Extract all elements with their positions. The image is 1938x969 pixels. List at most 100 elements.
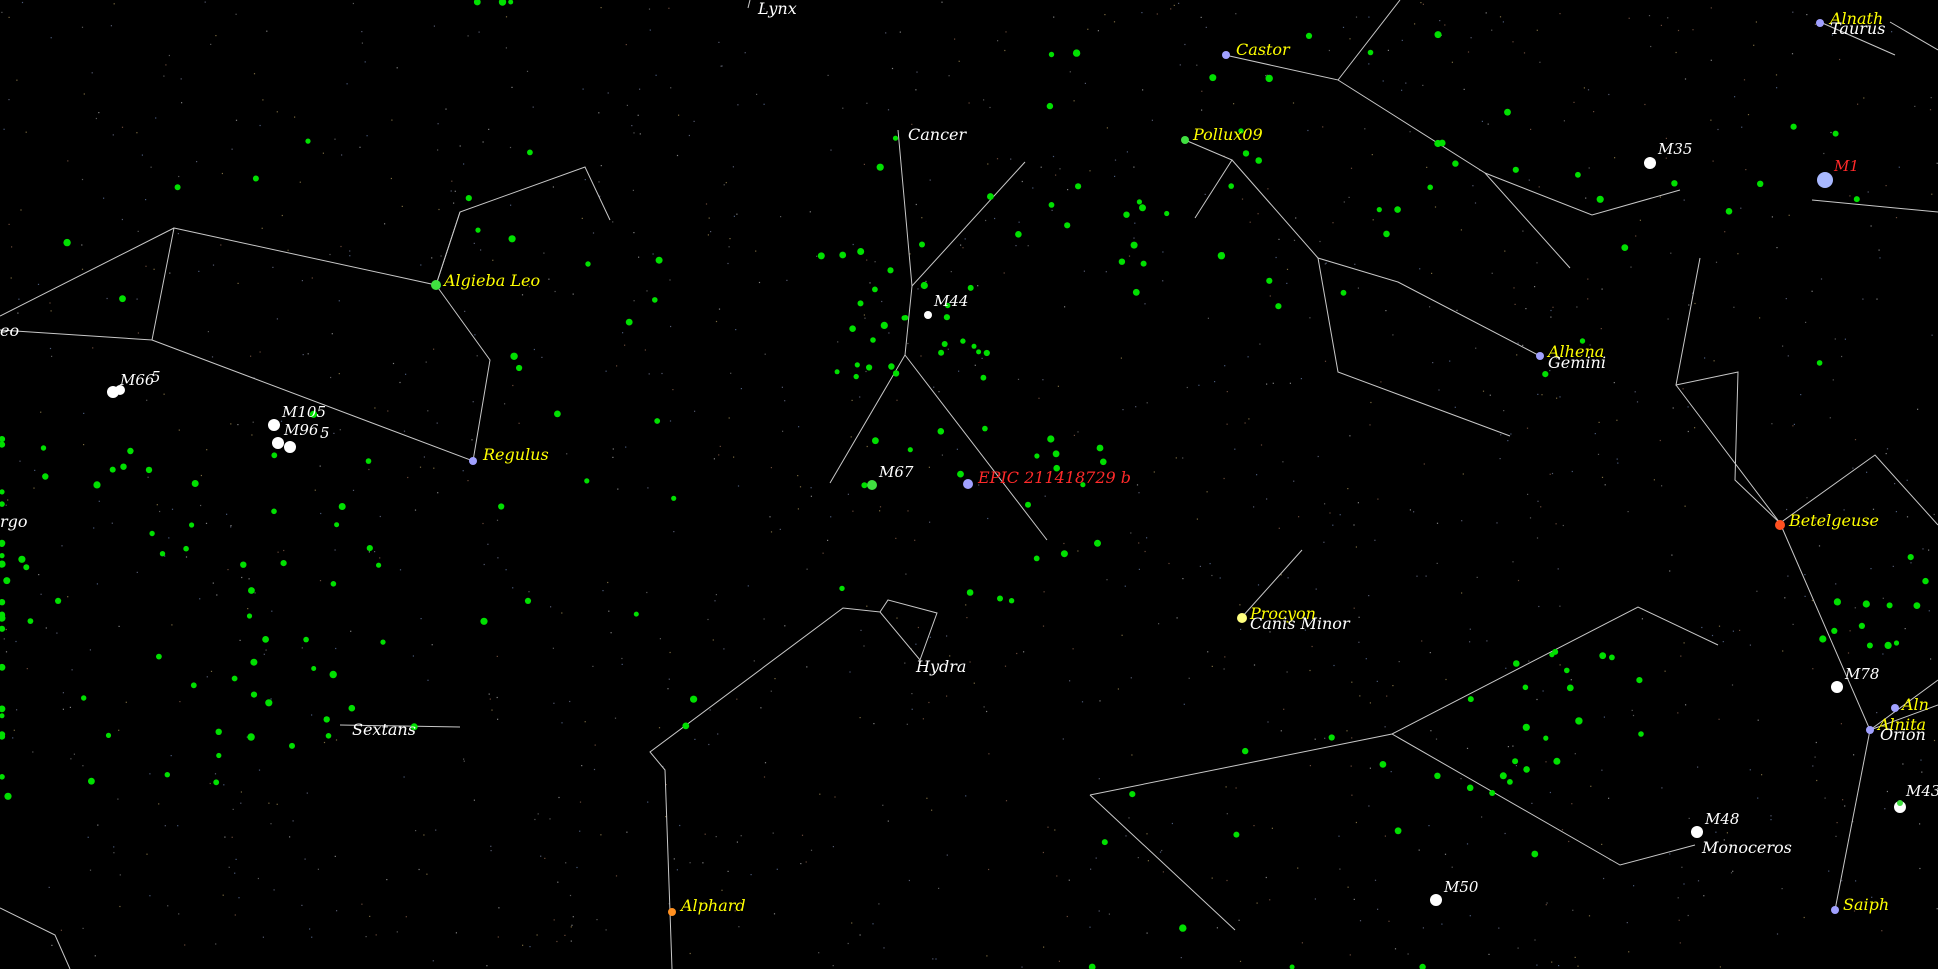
algieba-marker[interactable] xyxy=(431,280,441,290)
galaxy-dot xyxy=(1015,231,1022,238)
galaxy-dot xyxy=(1434,772,1441,779)
galaxy-dot xyxy=(1886,602,1893,609)
m42-marker[interactable] xyxy=(1897,800,1903,806)
m50-marker[interactable] xyxy=(1430,894,1442,906)
m48-label[interactable]: M48 xyxy=(1704,810,1739,828)
pollux-label[interactable]: Pollux09 xyxy=(1192,125,1263,144)
galaxy-dot xyxy=(943,314,951,321)
m78-label[interactable]: M78 xyxy=(1844,665,1879,683)
alnitak-marker[interactable] xyxy=(1866,726,1874,734)
alnath-marker[interactable] xyxy=(1816,19,1824,27)
alphard-marker[interactable] xyxy=(668,908,676,916)
m95-label[interactable]: 5 xyxy=(320,424,330,442)
target-label[interactable]: EPIC 211418729 b xyxy=(977,468,1131,487)
galaxy-dot xyxy=(1094,539,1101,547)
galaxy-dot xyxy=(1858,622,1865,630)
galaxy-dot xyxy=(1242,747,1249,755)
procyon-marker[interactable] xyxy=(1237,613,1247,623)
galaxy-dot xyxy=(1523,766,1530,773)
galaxy-dot xyxy=(250,658,258,666)
galaxy-dot xyxy=(119,295,126,303)
algieba-label[interactable]: Algieba Leo xyxy=(442,271,540,290)
m50-label[interactable]: M50 xyxy=(1443,878,1479,896)
galaxy-dot xyxy=(323,716,330,723)
regulus-label[interactable]: Regulus xyxy=(482,445,549,464)
galaxy-dot xyxy=(23,564,30,571)
m65-label[interactable]: 5 xyxy=(151,368,161,386)
alphard-label[interactable]: Alphard xyxy=(679,896,746,915)
castor-label[interactable]: Castor xyxy=(1236,40,1291,59)
castor-marker[interactable] xyxy=(1222,51,1230,59)
galaxy-dot xyxy=(892,370,900,377)
galaxy-dot xyxy=(966,589,974,596)
galaxy-dot xyxy=(880,321,888,329)
m43-label[interactable]: M43 xyxy=(1905,782,1938,800)
galaxy-dot xyxy=(1832,130,1839,137)
galaxy-dot xyxy=(1922,577,1929,585)
alnilam-label[interactable]: Aln xyxy=(1900,695,1929,714)
betelgeuse-marker[interactable] xyxy=(1775,520,1785,530)
m44-label[interactable]: M44 xyxy=(933,292,968,310)
galaxy-dot xyxy=(1499,772,1507,780)
galaxy-dot xyxy=(1139,204,1146,212)
galaxy-dot xyxy=(271,452,278,459)
alhena-marker[interactable] xyxy=(1536,352,1544,360)
galaxy-dot xyxy=(1305,32,1313,40)
galaxy-dot xyxy=(1504,108,1511,116)
m105-marker[interactable] xyxy=(268,419,280,431)
m96-label[interactable]: M96 xyxy=(283,421,319,439)
galaxy-dot xyxy=(1467,696,1474,703)
galaxy-dot xyxy=(1075,183,1082,190)
galaxy-dot xyxy=(1132,288,1140,296)
galaxy-dot xyxy=(1862,600,1870,608)
betelgeuse-label[interactable]: Betelgeuse xyxy=(1788,511,1879,530)
galaxy-dot xyxy=(584,478,590,484)
m44-marker[interactable] xyxy=(924,311,932,319)
pollux-marker[interactable] xyxy=(1181,136,1189,144)
galaxy-dot xyxy=(1048,51,1055,58)
galaxy-dot xyxy=(527,149,533,156)
galaxy-dot xyxy=(839,251,847,259)
galaxy-dot xyxy=(633,611,639,617)
star-chart[interactable]: Castor Pollux09 Alnath Algieba Leo Regul… xyxy=(0,0,1938,969)
galaxy-dot xyxy=(1136,199,1142,205)
galaxy-dot xyxy=(93,481,101,489)
regulus-marker[interactable] xyxy=(469,457,477,465)
m95-marker[interactable] xyxy=(284,441,296,453)
m78-marker[interactable] xyxy=(1831,681,1843,693)
galaxy-dot xyxy=(585,261,591,267)
galaxy-dot xyxy=(1638,731,1644,737)
galaxy-dot xyxy=(1636,677,1643,684)
m67-marker[interactable] xyxy=(867,480,877,490)
galaxy-dot xyxy=(55,597,62,605)
galaxy-dot xyxy=(63,238,71,247)
galaxy-dot xyxy=(109,466,116,473)
saiph-marker[interactable] xyxy=(1831,906,1839,914)
galaxy-dot xyxy=(271,508,277,515)
galaxy-dot xyxy=(81,695,87,701)
galaxy-dot xyxy=(40,445,47,451)
m35-label[interactable]: M35 xyxy=(1657,140,1692,158)
target-marker[interactable] xyxy=(963,479,973,489)
galaxy-dot xyxy=(654,418,661,424)
galaxy-dot xyxy=(1816,360,1823,366)
m96-marker[interactable] xyxy=(272,437,284,449)
galaxy-dot xyxy=(516,364,523,372)
galaxy-dot xyxy=(1531,850,1539,858)
galaxy-dot xyxy=(1866,642,1873,649)
galaxy-dot xyxy=(280,560,287,567)
galaxy-dot xyxy=(1209,74,1217,82)
m105-label[interactable]: M105 xyxy=(281,403,326,421)
m1-label[interactable]: M1 xyxy=(1833,157,1859,175)
m66-label[interactable]: M66 xyxy=(119,371,155,389)
m67-label[interactable]: M67 xyxy=(878,463,914,481)
m1-marker[interactable] xyxy=(1817,172,1833,188)
galaxy-dot xyxy=(1853,196,1860,203)
m35-marker[interactable] xyxy=(1644,157,1656,169)
galaxy-dot xyxy=(854,362,860,368)
alnilam-marker[interactable] xyxy=(1891,704,1899,712)
m48-marker[interactable] xyxy=(1691,826,1703,838)
galaxy-dot xyxy=(1048,202,1055,208)
saiph-label[interactable]: Saiph xyxy=(1843,895,1889,914)
galaxy-dot xyxy=(334,522,340,528)
